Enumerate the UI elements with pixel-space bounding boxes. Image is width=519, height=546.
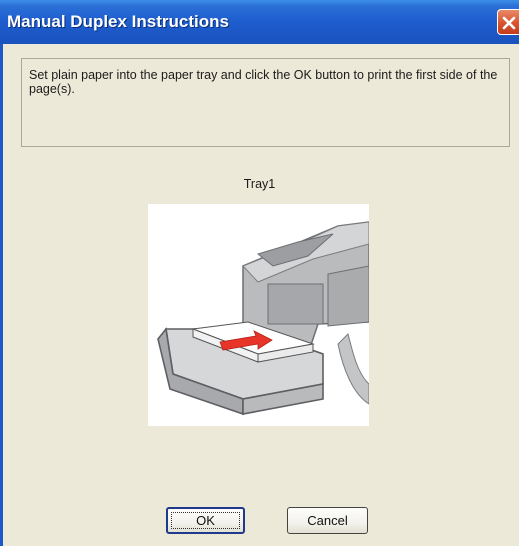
instruction-box: Set plain paper into the paper tray and … (21, 58, 510, 147)
close-button[interactable] (497, 9, 519, 35)
cancel-label: Cancel (307, 513, 348, 528)
instruction-text: Set plain paper into the paper tray and … (29, 68, 498, 96)
dialog-title: Manual Duplex Instructions (7, 12, 229, 31)
tray-label: Tray1 (243, 177, 276, 191)
cancel-button[interactable]: Cancel (287, 507, 368, 534)
title-bar: Manual Duplex Instructions (0, 0, 519, 44)
manual-duplex-dialog: Manual Duplex Instructions Set plain pap… (0, 0, 519, 546)
ok-button[interactable]: OK (166, 507, 245, 534)
focus-rect (171, 512, 240, 529)
printer-tray-illustration (148, 204, 370, 426)
